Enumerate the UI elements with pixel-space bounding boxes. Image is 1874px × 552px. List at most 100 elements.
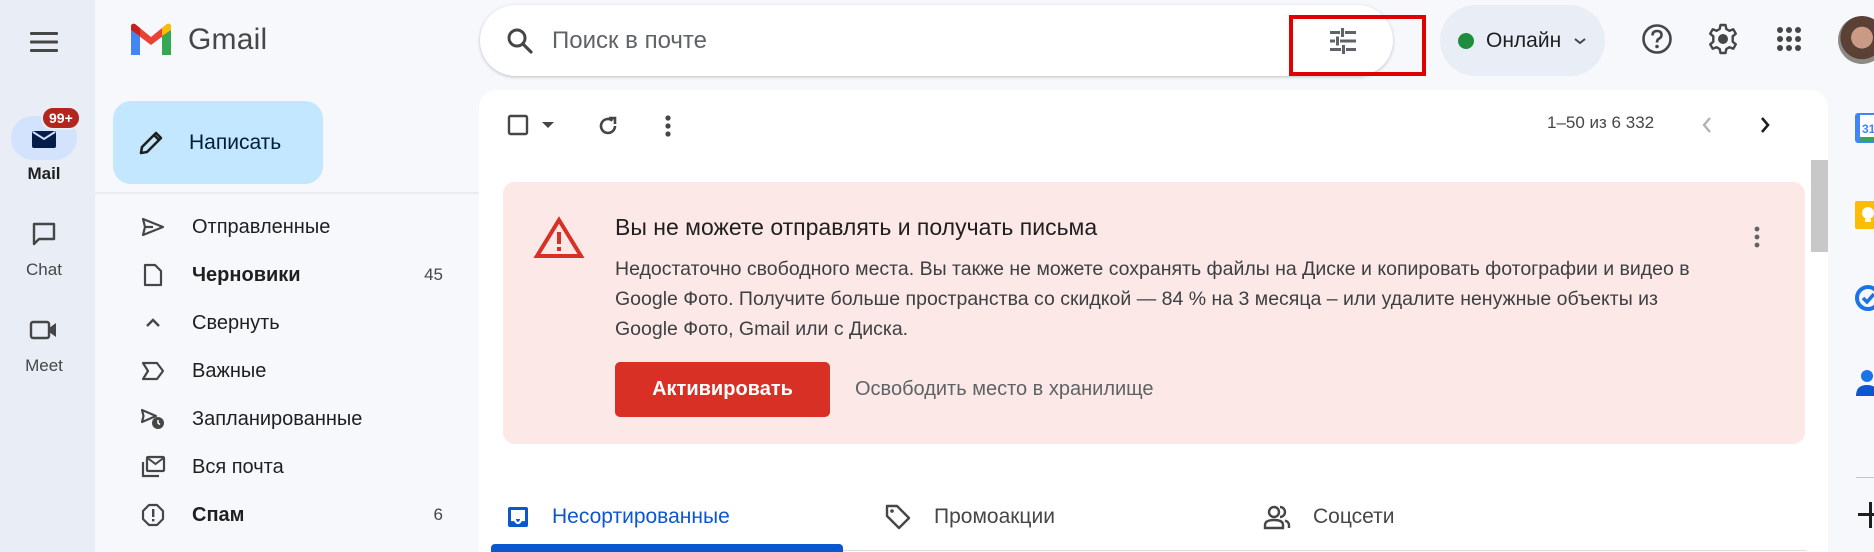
select-options-dropdown[interactable]: [538, 115, 558, 135]
rail-label-mail: Mail: [27, 164, 61, 183]
gmail-logo[interactable]: Gmail: [128, 22, 267, 58]
more-vert-icon: [665, 115, 671, 137]
refresh-icon: [599, 116, 617, 135]
help-button[interactable]: [1635, 17, 1679, 61]
chevron-up-icon: [146, 318, 160, 327]
search-options-button[interactable]: [1321, 19, 1365, 63]
tab-label: Промоакции: [934, 505, 1055, 528]
scrollbar-thumb[interactable]: [1811, 160, 1828, 252]
sidebar-item-count: 45: [424, 265, 443, 284]
apps-grid-icon: [1777, 27, 1801, 51]
search-input[interactable]: [552, 26, 1252, 55]
refresh-button[interactable]: [592, 110, 624, 142]
calendar-day: 31: [1862, 122, 1874, 136]
scheduled-icon: [140, 408, 164, 429]
gear-icon: [1709, 23, 1737, 55]
tune-icon: [1330, 28, 1356, 54]
status-selector[interactable]: Онлайн: [1440, 5, 1605, 76]
account-avatar[interactable]: [1838, 16, 1874, 64]
side-app-keep[interactable]: [1855, 200, 1874, 230]
inbox-icon: [508, 507, 528, 527]
warning-icon: [533, 216, 585, 258]
tag-icon: [885, 504, 911, 530]
free-up-storage-link[interactable]: Освободить место в хранилище: [855, 378, 1154, 401]
google-apps-button[interactable]: [1767, 17, 1811, 61]
settings-button[interactable]: [1701, 17, 1745, 61]
newer-page-button[interactable]: [1692, 110, 1722, 140]
alert-title: Вы не можете отправлять и получать письм…: [615, 214, 1098, 240]
tab-label: Соцсети: [1313, 505, 1395, 528]
pagination-range: 1–50 из 6 332: [1547, 113, 1655, 132]
send-icon: [141, 217, 165, 237]
help-icon: [1642, 24, 1672, 54]
main-menu-button[interactable]: [20, 18, 68, 66]
spam-icon: [141, 503, 165, 527]
all-mail-icon: [141, 455, 166, 478]
sidebar-item-all-mail[interactable]: Вся почта: [95, 443, 479, 491]
gmail-m-icon: [131, 23, 171, 55]
rail-item-mail[interactable]: 99+ Mail: [0, 106, 88, 184]
important-icon: [141, 361, 165, 381]
unread-badge: 99+: [41, 106, 81, 130]
sidebar-item-collapse[interactable]: Свернуть: [95, 299, 479, 347]
sidebar-item-count: 6: [433, 505, 443, 524]
compose-button[interactable]: Написать: [113, 101, 323, 184]
pencil-icon: [139, 131, 163, 154]
tab-label: Несортированные: [552, 505, 730, 528]
chevron-left-icon: [1702, 117, 1711, 133]
checkbox-icon: [507, 114, 529, 136]
app-name: Gmail: [188, 23, 268, 56]
sidebar-item-drafts[interactable]: Черновики 45: [95, 251, 479, 299]
older-page-button[interactable]: [1750, 110, 1780, 140]
search-bar: [480, 5, 1393, 76]
activate-button[interactable]: Активировать: [615, 362, 830, 417]
select-all-checkbox[interactable]: [503, 110, 533, 140]
compose-label: Написать: [189, 130, 282, 154]
get-addons-button[interactable]: [1856, 500, 1874, 536]
mail-icon: [32, 131, 56, 148]
more-actions-button[interactable]: [652, 110, 684, 142]
hamburger-menu-icon: [30, 32, 58, 52]
sidebar-item-label: Спам: [192, 503, 245, 526]
chevron-down-icon: [1574, 37, 1586, 44]
tab-promotions[interactable]: Промоакции: [884, 482, 1055, 552]
sidebar-item-label: Отправленные: [192, 215, 331, 238]
rail-label-meet: Meet: [25, 356, 63, 375]
side-app-calendar[interactable]: 31: [1855, 113, 1874, 143]
rail-label-chat: Chat: [26, 260, 62, 279]
tab-social[interactable]: Соцсети: [1263, 482, 1394, 552]
caret-down-icon: [542, 122, 554, 128]
rail-item-meet[interactable]: Meet: [0, 308, 88, 376]
sidebar-item-label: Свернуть: [192, 311, 280, 334]
chat-icon: [32, 222, 56, 246]
nav-divider: [95, 192, 479, 195]
draft-icon: [143, 263, 163, 287]
rail-item-chat[interactable]: Chat: [0, 212, 88, 280]
tab-primary[interactable]: Несортированные: [506, 482, 730, 552]
sidebar-item-spam[interactable]: Спам 6: [95, 491, 479, 539]
contacts-icon: [1856, 370, 1874, 396]
side-panel-divider: [1856, 477, 1874, 478]
video-camera-icon: [29, 320, 56, 340]
side-app-contacts[interactable]: [1855, 368, 1874, 398]
chevron-right-icon: [1761, 117, 1770, 133]
sidebar-nav: Отправленные Черновики 45 Свернуть Важны…: [95, 203, 479, 539]
search-icon: [507, 28, 533, 54]
sidebar-item-label: Черновики: [192, 263, 301, 286]
active-tab-indicator: [491, 544, 843, 552]
plus-icon: [1858, 502, 1874, 528]
storage-alert-banner: Вы не можете отправлять и получать письм…: [503, 182, 1805, 444]
sidebar-item-scheduled[interactable]: Запланированные: [95, 395, 479, 443]
alert-message: Недостаточно свободного места. Вы также …: [615, 258, 1690, 340]
status-label: Онлайн: [1486, 28, 1562, 52]
side-app-tasks[interactable]: [1855, 283, 1874, 313]
tasks-icon: [1855, 285, 1874, 311]
sidebar-item-label: Важные: [192, 359, 267, 382]
sidebar-item-sent[interactable]: Отправленные: [95, 203, 479, 251]
search-button[interactable]: [500, 21, 540, 61]
alert-more-button[interactable]: [1745, 222, 1769, 252]
sidebar-item-important[interactable]: Важные: [95, 347, 479, 395]
sidebar-item-label: Вся почта: [192, 455, 284, 478]
keep-icon: [1855, 201, 1874, 229]
people-icon: [1263, 505, 1291, 530]
